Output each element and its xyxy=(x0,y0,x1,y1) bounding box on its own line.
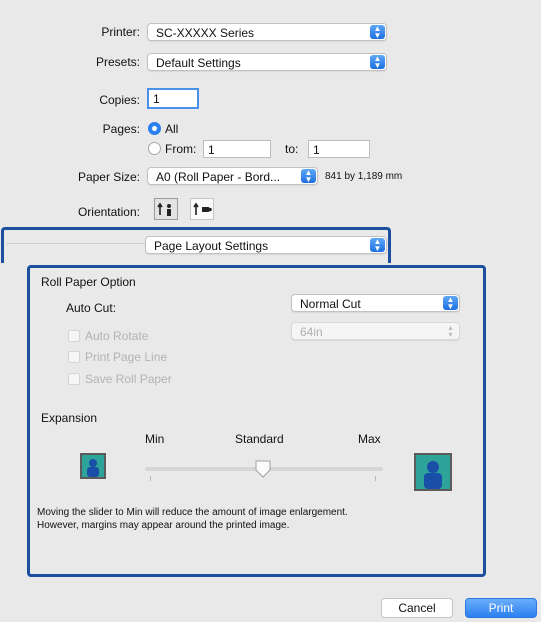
expansion-note-line1: Moving the slider to Min will reduce the… xyxy=(37,507,348,518)
pages-from-value: 1 xyxy=(208,143,215,157)
paper-dimensions: 841 by 1,189 mm xyxy=(325,171,403,182)
chevron-updown-icon: ▲ ▼ xyxy=(443,296,458,311)
pages-label: Pages: xyxy=(102,122,140,136)
print-page-line-label: Print Page Line xyxy=(85,350,168,364)
pages-from-field[interactable]: 1 xyxy=(203,140,271,158)
orientation-label: Orientation: xyxy=(77,205,140,219)
expansion-heading: Expansion xyxy=(41,411,98,425)
auto-cut-value: Normal Cut xyxy=(300,297,361,311)
panel-menu-popup[interactable]: Page Layout Settings ▲ ▼ xyxy=(145,236,387,254)
slider-max-label: Max xyxy=(358,432,381,446)
presets-label: Presets: xyxy=(95,55,140,69)
copies-field[interactable]: 1 xyxy=(147,88,199,109)
printer-popup[interactable]: SC-XXXXX Series ▲ ▼ xyxy=(147,23,387,41)
chevron-updown-icon: ▲ ▼ xyxy=(370,55,385,70)
auto-rotate-label: Auto Rotate xyxy=(85,329,149,343)
paper-size-popup[interactable]: A0 (Roll Paper - Bord... ▲ ▼ xyxy=(147,167,318,185)
expansion-slider-knob[interactable] xyxy=(255,460,271,478)
portrait-icon xyxy=(157,202,171,216)
paper-size-value: A0 (Roll Paper - Bord... xyxy=(156,170,281,184)
chevron-updown-icon: ▲ ▼ xyxy=(370,25,385,40)
slider-tick xyxy=(375,476,376,481)
print-button[interactable]: Print xyxy=(465,598,537,618)
slider-standard-label: Standard xyxy=(235,432,284,446)
auto-rotate-value: 64in xyxy=(300,325,323,339)
auto-cut-label: Auto Cut: xyxy=(66,301,117,315)
auto-rotate-popup[interactable]: 64in ▴ ▾ xyxy=(291,322,460,340)
paper-size-label: Paper Size: xyxy=(77,170,140,184)
auto-cut-popup[interactable]: Normal Cut ▲ ▼ xyxy=(291,294,460,312)
expansion-note-line2: However, margins may appear around the p… xyxy=(37,520,290,531)
landscape-orientation-button[interactable] xyxy=(190,198,214,220)
presets-value: Default Settings xyxy=(156,56,241,70)
max-expansion-image-icon xyxy=(414,453,452,491)
panel-menu-value: Page Layout Settings xyxy=(154,239,269,253)
chevron-updown-icon: ▴ ▾ xyxy=(448,323,453,339)
min-expansion-image-icon xyxy=(80,453,106,479)
copies-value: 1 xyxy=(153,92,160,106)
pages-to-label: to: xyxy=(285,142,299,156)
copies-label: Copies: xyxy=(99,93,140,107)
printer-value: SC-XXXXX Series xyxy=(156,26,255,40)
presets-popup[interactable]: Default Settings ▲ ▼ xyxy=(147,53,387,71)
slider-tick xyxy=(150,476,151,481)
save-roll-paper-label: Save Roll Paper xyxy=(85,372,172,386)
print-dialog: { "printer": {"label":"Printer:", "value… xyxy=(0,0,541,622)
portrait-orientation-button[interactable] xyxy=(154,198,178,220)
pages-all-label: All xyxy=(165,122,179,136)
auto-rotate-checkbox[interactable] xyxy=(68,330,80,342)
printer-label: Printer: xyxy=(101,25,140,39)
chevron-updown-icon: ▲ ▼ xyxy=(370,238,385,253)
pages-from-radio[interactable] xyxy=(148,142,161,155)
pages-to-value: 1 xyxy=(313,143,320,157)
print-page-line-checkbox[interactable] xyxy=(68,351,80,363)
save-roll-paper-checkbox[interactable] xyxy=(68,373,80,385)
pages-to-field[interactable]: 1 xyxy=(308,140,370,158)
slider-min-label: Min xyxy=(145,432,165,446)
landscape-icon xyxy=(193,202,212,215)
pages-from-label: From: xyxy=(165,142,197,156)
chevron-updown-icon: ▲ ▼ xyxy=(301,169,316,184)
roll-paper-heading: Roll Paper Option xyxy=(41,275,136,289)
pages-all-radio[interactable] xyxy=(148,122,161,135)
cancel-button[interactable]: Cancel xyxy=(381,598,453,618)
